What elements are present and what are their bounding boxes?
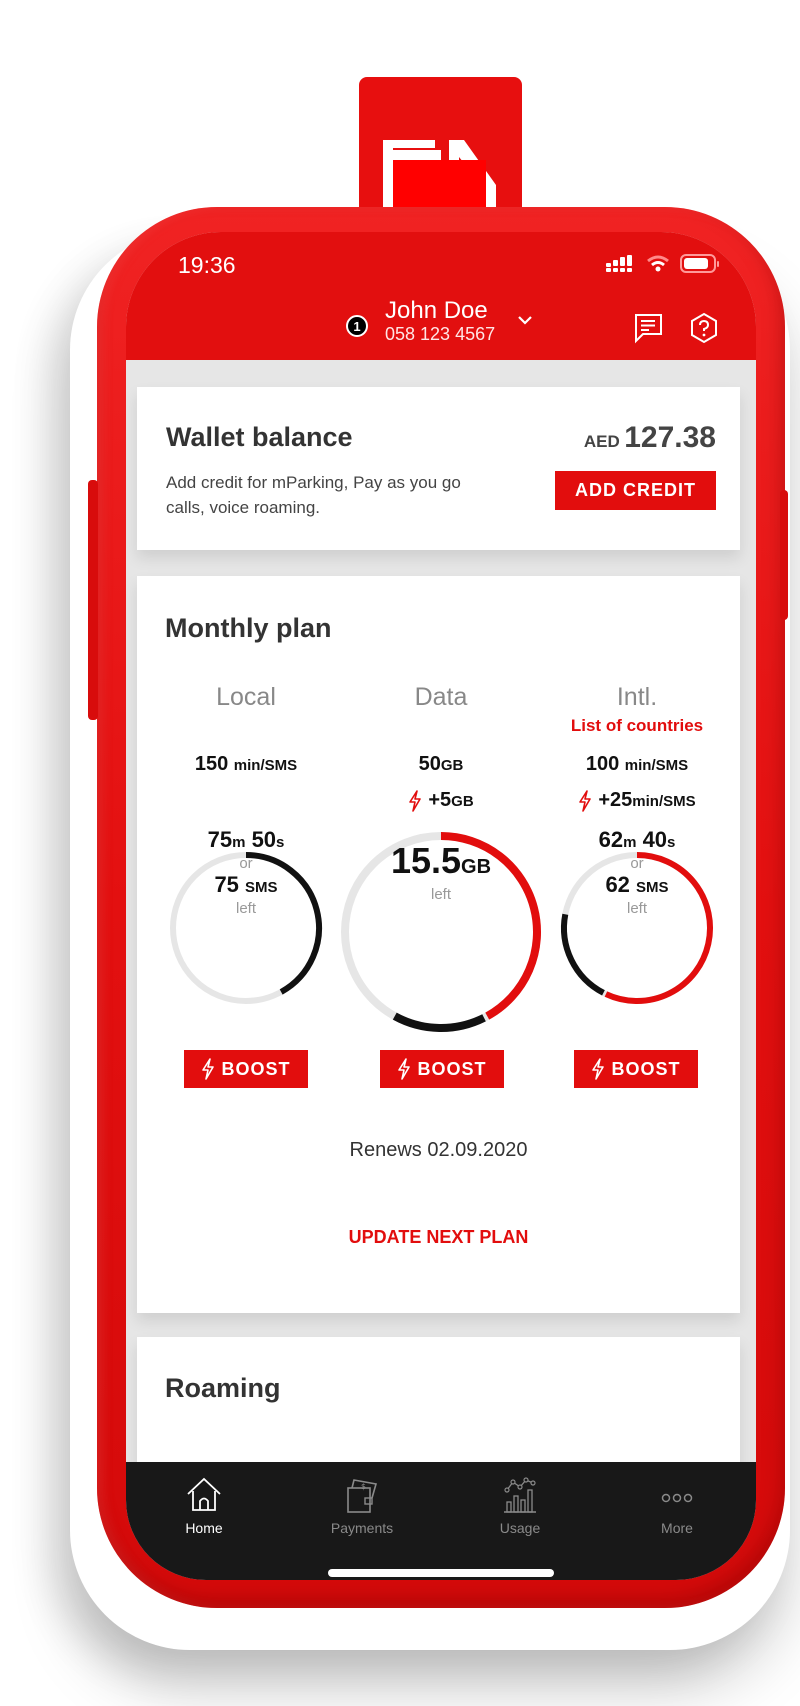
status-time: 19:36 bbox=[178, 252, 236, 278]
boost-label: BOOST bbox=[417, 1058, 487, 1079]
boost-button-intl[interactable]: BOOST bbox=[574, 1050, 698, 1088]
svg-text:$: $ bbox=[361, 1482, 366, 1491]
data-unit: GB bbox=[461, 856, 492, 878]
boost-button-data[interactable]: BOOST bbox=[380, 1050, 504, 1088]
usage-rings bbox=[170, 832, 713, 1032]
wallet-description: Add credit for mParking, Pay as you go c… bbox=[166, 473, 461, 517]
bolt-icon bbox=[398, 1058, 411, 1080]
monthly-plan-card: Monthly plan Local 150 min/SMS Data 50GB… bbox=[137, 576, 740, 1313]
remaining-sms: 75 bbox=[214, 872, 239, 897]
tab-label: Usage bbox=[499, 1520, 541, 1536]
remaining-sms: 62 bbox=[605, 872, 630, 897]
balance-currency: AED bbox=[583, 432, 620, 451]
user-name: John Doe bbox=[385, 297, 488, 324]
tab-label: Home bbox=[185, 1520, 223, 1536]
side-button-right bbox=[780, 490, 788, 620]
remaining-seconds: 50 bbox=[251, 827, 277, 852]
wallet-balance: AED 127.38 bbox=[584, 421, 716, 455]
phone-screen: 19:36 1 John Doe 058 123 4567 Wallet bal… bbox=[126, 232, 756, 1580]
left-label: left bbox=[235, 900, 256, 917]
left-label: left bbox=[626, 900, 647, 917]
bottom-tab-bar: Home $ Payments Usage More bbox=[126, 1462, 756, 1580]
help-icon[interactable] bbox=[689, 312, 719, 344]
more-icon bbox=[661, 1493, 693, 1503]
tab-label: Payments bbox=[330, 1520, 394, 1536]
tab-label: More bbox=[661, 1520, 693, 1536]
chart-icon bbox=[504, 1477, 536, 1513]
app-header: 19:36 1 John Doe 058 123 4567 bbox=[126, 232, 756, 360]
boost-label: BOOST bbox=[611, 1058, 681, 1079]
minutes-unit: m bbox=[232, 834, 246, 851]
wallet-icon: $ bbox=[347, 1479, 378, 1513]
wifi-icon bbox=[647, 255, 669, 272]
remaining-data: 15.5 bbox=[390, 840, 462, 881]
tab-usage[interactable]: Usage bbox=[460, 1476, 580, 1536]
ring-text-local: 75m 50s or 75 SMS left bbox=[176, 828, 316, 918]
tab-more[interactable]: More bbox=[617, 1476, 737, 1536]
or-label: or bbox=[239, 855, 253, 872]
left-label: left bbox=[430, 886, 451, 903]
minutes-unit: m bbox=[623, 834, 637, 851]
account-count-badge: 1 bbox=[346, 315, 368, 337]
account-selector[interactable]: 1 John Doe 058 123 4567 bbox=[346, 297, 532, 344]
remaining-minutes: 75 bbox=[207, 827, 233, 852]
seconds-unit: s bbox=[276, 834, 285, 851]
chevron-down-icon[interactable] bbox=[517, 314, 533, 326]
seconds-unit: s bbox=[667, 834, 676, 851]
roaming-title: Roaming bbox=[165, 1373, 281, 1403]
tab-home[interactable]: Home bbox=[144, 1476, 264, 1536]
or-label: or bbox=[630, 855, 644, 872]
ring-segment-intl-1 bbox=[561, 913, 605, 996]
chat-icon[interactable] bbox=[632, 312, 664, 344]
bolt-icon bbox=[202, 1058, 215, 1080]
add-credit-button[interactable]: ADD CREDIT bbox=[555, 471, 716, 510]
remaining-seconds: 40 bbox=[642, 827, 668, 852]
home-icon bbox=[187, 1477, 221, 1511]
balance-amount: 127.38 bbox=[624, 421, 716, 454]
wallet-title: Wallet balance bbox=[166, 422, 353, 452]
home-indicator bbox=[328, 1569, 554, 1577]
wallet-card: Wallet balance Add credit for mParking, … bbox=[137, 387, 740, 550]
sms-unit: SMS bbox=[636, 879, 669, 896]
ring-text-data: 15.5GB left bbox=[371, 842, 511, 904]
side-button-left bbox=[88, 480, 98, 720]
renewal-date: Renews 02.09.2020 bbox=[349, 1139, 528, 1161]
ring-segment-data-1 bbox=[392, 1012, 486, 1032]
boost-button-local[interactable]: BOOST bbox=[184, 1050, 308, 1088]
tab-payments[interactable]: $ Payments bbox=[302, 1476, 422, 1536]
signal-icon bbox=[606, 255, 632, 272]
boost-label: BOOST bbox=[221, 1058, 291, 1079]
phone-number: 058 123 4567 bbox=[385, 324, 496, 344]
update-next-plan-link[interactable]: UPDATE NEXT PLAN bbox=[137, 1227, 740, 1248]
remaining-minutes: 62 bbox=[598, 827, 624, 852]
bolt-icon bbox=[592, 1058, 605, 1080]
sms-unit: SMS bbox=[245, 879, 278, 896]
battery-icon bbox=[680, 254, 719, 273]
ring-text-intl: 62m 40s or 62 SMS left bbox=[567, 828, 707, 918]
